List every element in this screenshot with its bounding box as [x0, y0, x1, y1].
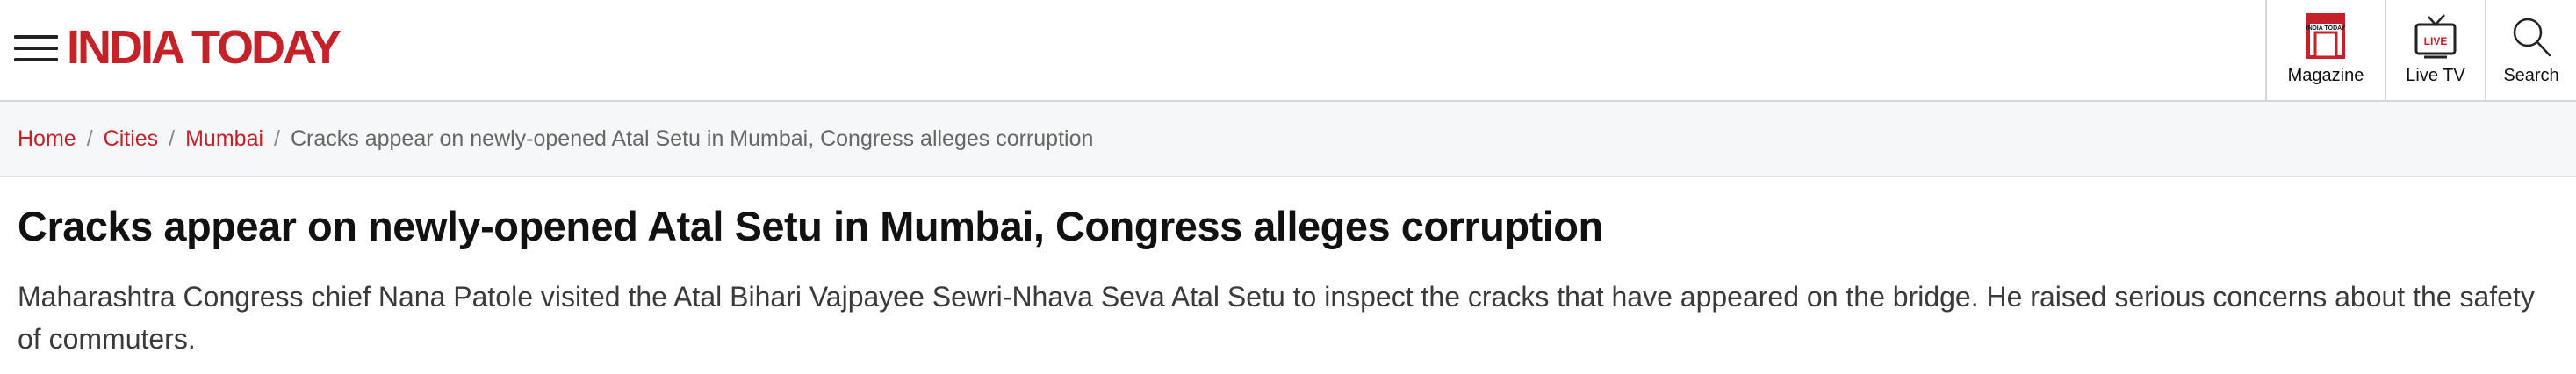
breadcrumb-current: Cracks appear on newly-opened Atal Setu … — [290, 126, 1094, 151]
magazine-label: Magazine — [2287, 66, 2364, 85]
svg-text:LIVE: LIVE — [2424, 35, 2448, 47]
hamburger-menu-icon[interactable] — [14, 32, 58, 65]
breadcrumb-separator: / — [274, 126, 280, 151]
breadcrumb-separator: / — [86, 126, 93, 151]
search-icon — [2513, 18, 2551, 57]
search-button[interactable]: Search — [2485, 0, 2576, 100]
live-tv-button[interactable]: LIVE Live TV — [2385, 0, 2485, 100]
breadcrumb-home[interactable]: Home — [18, 126, 76, 152]
header-actions: INDIA TODAY Magazine LIVE Live TV Search — [2265, 0, 2576, 100]
site-logo[interactable]: INDIA TODAY — [67, 19, 342, 76]
magazine-icon: INDIA TODAY — [2306, 13, 2346, 59]
tv-icon: LIVE — [2414, 14, 2457, 59]
svg-text:INDIA TODAY: INDIA TODAY — [2306, 25, 2346, 32]
breadcrumb-cities[interactable]: Cities — [104, 126, 159, 152]
article-summary: Maharashtra Congress chief Nana Patole v… — [18, 281, 2535, 355]
article-title: Cracks appear on newly-opened Atal Setu … — [18, 203, 1603, 249]
breadcrumb-mumbai[interactable]: Mumbai — [185, 126, 263, 152]
breadcrumb-separator: / — [169, 126, 176, 151]
magazine-button[interactable]: INDIA TODAY Magazine — [2265, 0, 2385, 100]
breadcrumb: Home / Cities / Mumbai / Cracks appear o… — [0, 102, 2576, 177]
site-header: INDIA TODAY INDIA TODAY Magazine LIVE Li… — [0, 0, 2576, 102]
live-tv-label: Live TV — [2406, 66, 2465, 85]
search-label: Search — [2503, 66, 2559, 85]
